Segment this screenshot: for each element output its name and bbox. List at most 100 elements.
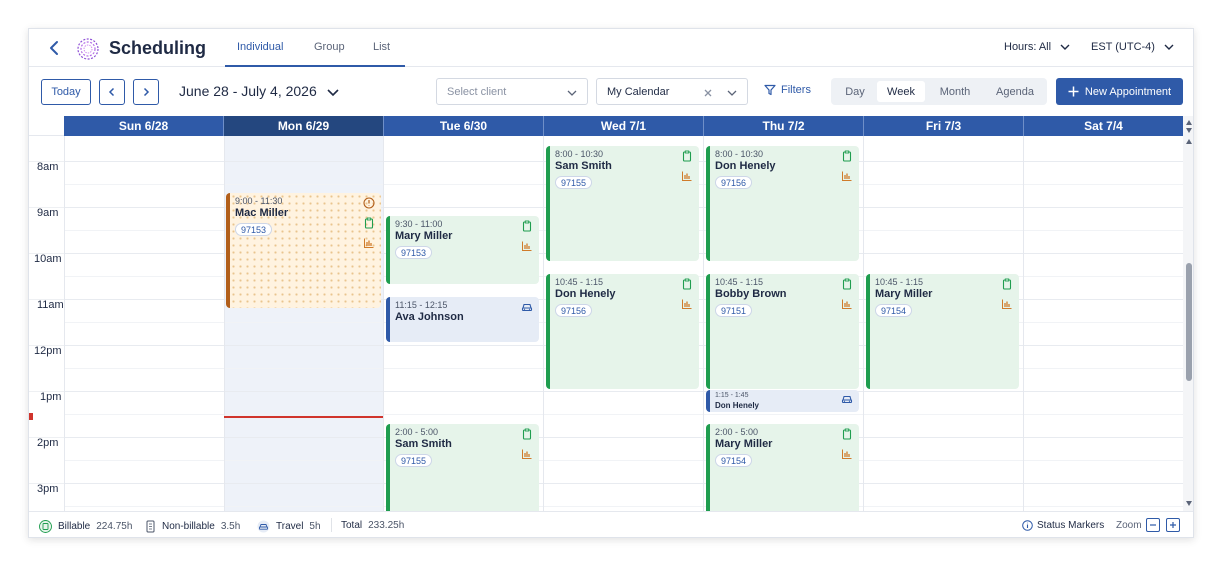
chart-icon — [364, 238, 374, 248]
car-icon — [841, 395, 853, 404]
prev-week-button[interactable] — [99, 79, 125, 105]
appointment-card[interactable]: 2:00 - 5:00 Sam Smith 97155 — [386, 424, 539, 511]
appointment-time: 8:00 - 10:30 — [715, 149, 764, 159]
hours-label: Hours: All — [1004, 41, 1052, 53]
chart-icon — [842, 299, 852, 309]
chart-icon — [522, 241, 532, 251]
scroll-down-arrow-icon[interactable] — [1186, 128, 1192, 133]
appointment-time: 2:00 - 5:00 — [395, 427, 439, 437]
timezone-dropdown[interactable]: EST (UTC-4) — [1091, 41, 1174, 53]
clear-icon[interactable] — [703, 88, 713, 98]
appointment-card[interactable]: 10:45 - 1:15 Bobby Brown 97151 — [706, 274, 859, 389]
status-markers-button[interactable]: Status Markers — [1022, 520, 1104, 531]
active-tab-indicator — [225, 65, 405, 67]
appointment-code-badge: 97155 — [555, 176, 593, 189]
scroll-up-arrow-icon[interactable] — [1186, 120, 1192, 125]
travel-summary: Travel 5h — [257, 520, 321, 533]
appointment-card[interactable]: 10:45 - 1:15 Don Henely 97156 — [546, 274, 699, 389]
tab-group[interactable]: Group — [314, 41, 345, 53]
zoom-in-button[interactable] — [1166, 518, 1180, 532]
app-title: Scheduling — [109, 38, 207, 58]
appointment-code-badge: 97154 — [875, 304, 913, 317]
appointment-code-badge: 97156 — [715, 176, 753, 189]
back-arrow-icon[interactable] — [45, 38, 65, 58]
appointment-card[interactable]: 8:00 - 10:30 Don Henely 97156 — [706, 146, 859, 261]
clipboard-icon — [39, 520, 52, 533]
clipboard-icon — [1002, 278, 1012, 290]
column-divider — [64, 136, 65, 511]
appointment-client-name: Mary Miller — [715, 438, 773, 450]
top-nav: Scheduling Individual Group List Hours: … — [29, 29, 1193, 67]
status-markers-label: Status Markers — [1037, 520, 1105, 531]
today-button[interactable]: Today — [41, 79, 91, 105]
appointment-client-name: Don Henely — [555, 288, 616, 300]
appointment-code-badge: 97156 — [555, 304, 593, 317]
appointment-card[interactable]: 9:30 - 11:00 Mary Miller 97153 — [386, 216, 539, 284]
car-icon — [257, 520, 270, 533]
scroll-up-arrow-icon[interactable] — [1186, 139, 1192, 144]
clipboard-icon — [522, 428, 532, 440]
billable-value: 224.75h — [96, 521, 133, 532]
appointment-card[interactable]: 10:45 - 1:15 Mary Miller 97154 — [866, 274, 1019, 389]
day-header-fri[interactable]: Fri 7/3 — [864, 116, 1024, 136]
appointment-client-name: Ava Johnson — [395, 311, 464, 323]
appointment-card[interactable]: 9:00 - 11:30 Mac Miller 97153 — [226, 193, 381, 308]
half-hour-line — [64, 506, 1183, 507]
calendar-select[interactable]: My Calendar — [596, 78, 748, 105]
date-range-picker[interactable]: June 28 - July 4, 2026 — [179, 83, 339, 99]
week-calendar: Sun 6/28 Mon 6/29 Tue 6/30 Wed 7/1 Thu 7… — [29, 116, 1193, 511]
tab-list[interactable]: List — [373, 41, 390, 53]
calendar-scrollbar[interactable] — [1183, 116, 1193, 511]
tab-individual[interactable]: Individual — [237, 41, 283, 53]
car-icon — [521, 303, 533, 312]
appointment-card[interactable]: 1:15 - 1:45 Don Henely — [706, 390, 859, 412]
view-week-button[interactable]: Week — [877, 81, 925, 102]
appointment-time: 9:30 - 11:00 — [395, 219, 443, 229]
day-header-sat[interactable]: Sat 7/4 — [1024, 116, 1183, 136]
chart-icon — [842, 171, 852, 181]
filters-button[interactable]: Filters — [764, 84, 811, 96]
current-time-line — [224, 416, 383, 418]
hours-dropdown[interactable]: Hours: All — [1004, 41, 1070, 53]
column-divider — [1023, 136, 1024, 511]
next-week-button[interactable] — [133, 79, 159, 105]
footer-divider — [331, 518, 332, 532]
view-agenda-button[interactable]: Agenda — [987, 81, 1043, 102]
appointment-code-badge: 97155 — [395, 454, 433, 467]
zoom-out-button[interactable] — [1146, 518, 1160, 532]
day-header-thu[interactable]: Thu 7/2 — [704, 116, 864, 136]
view-day-button[interactable]: Day — [835, 81, 875, 102]
hour-line — [64, 391, 1183, 392]
time-grid[interactable]: 8am 9am 10am 11am 12pm 1pm 2pm 3pm 9:00 … — [29, 136, 1183, 511]
clipboard-icon — [522, 220, 532, 232]
hour-line — [64, 437, 1183, 438]
column-divider — [703, 136, 704, 511]
nonbillable-value: 3.5h — [220, 521, 241, 532]
appointment-time: 10:45 - 1:15 — [555, 277, 604, 287]
day-header-mon[interactable]: Mon 6/29 — [224, 116, 384, 136]
billable-label: Billable — [58, 521, 91, 532]
hour-label: 1pm — [40, 391, 62, 403]
day-header-sun[interactable]: Sun 6/28 — [64, 116, 224, 136]
appointment-client-name: Mary Miller — [875, 288, 933, 300]
client-select[interactable]: Select client — [436, 78, 588, 105]
time-gutter-header — [29, 116, 64, 136]
calendar-select-value: My Calendar — [607, 85, 670, 98]
total-value: 233.25h — [368, 520, 405, 531]
day-header-wed[interactable]: Wed 7/1 — [544, 116, 704, 136]
day-header-tue[interactable]: Tue 6/30 — [384, 116, 544, 136]
chart-icon — [1002, 299, 1012, 309]
scroll-thumb[interactable] — [1186, 263, 1192, 381]
scroll-down-arrow-icon[interactable] — [1186, 501, 1192, 506]
view-month-button[interactable]: Month — [929, 81, 981, 102]
filters-label: Filters — [781, 84, 811, 96]
appointment-card[interactable]: 11:15 - 12:15 Ava Johnson — [386, 297, 539, 342]
appointment-code-badge: 97153 — [395, 246, 433, 259]
appointment-card[interactable]: 2:00 - 5:00 Mary Miller 97154 — [706, 424, 859, 511]
document-icon — [146, 520, 155, 533]
hour-line — [64, 483, 1183, 484]
new-appointment-button[interactable]: New Appointment — [1056, 78, 1183, 105]
chart-icon — [522, 449, 532, 459]
chart-icon — [842, 449, 852, 459]
appointment-card[interactable]: 8:00 - 10:30 Sam Smith 97155 — [546, 146, 699, 261]
